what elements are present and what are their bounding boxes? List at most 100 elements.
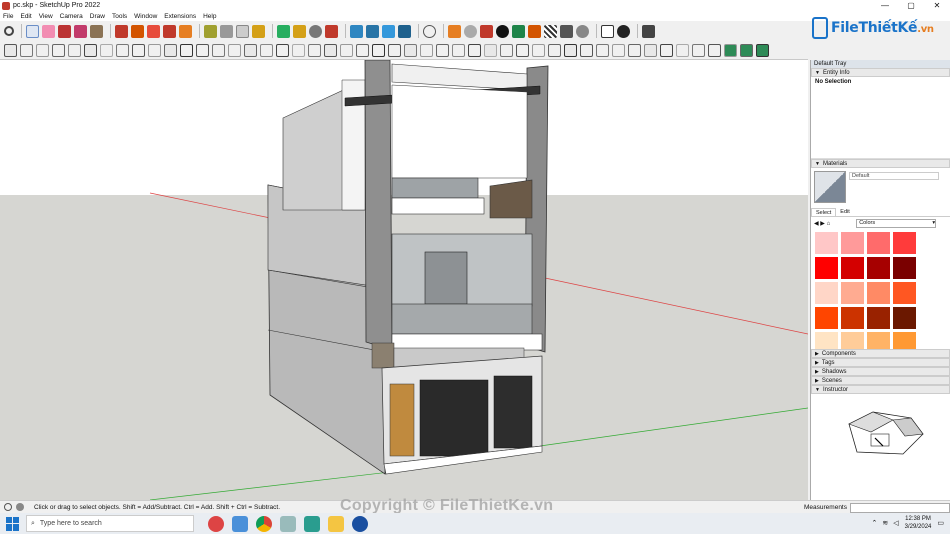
extension-tool-icon[interactable] (260, 43, 273, 57)
rotate-icon[interactable] (163, 24, 176, 38)
material-swatch[interactable] (815, 332, 838, 349)
extension-tool-icon[interactable] (500, 43, 513, 57)
extension-tool-icon[interactable] (84, 43, 97, 57)
measurements-input[interactable] (850, 502, 950, 513)
tape-measure-icon[interactable] (204, 24, 217, 38)
extension-tool-icon[interactable] (36, 43, 49, 57)
material-swatch[interactable] (841, 232, 864, 254)
taskbar-search[interactable]: ⌕ Type here to search (26, 515, 194, 532)
model-viewport[interactable] (0, 60, 808, 500)
extension-tool-icon[interactable] (404, 43, 417, 57)
extension-tool-icon[interactable] (148, 43, 161, 57)
menu-file[interactable]: File (3, 13, 13, 20)
material-name-field[interactable]: Default (849, 172, 939, 180)
material-swatch[interactable] (841, 307, 864, 329)
extension-tool-icon[interactable] (676, 43, 689, 57)
info-icon[interactable] (617, 24, 630, 38)
minimize-button[interactable]: — (872, 0, 898, 11)
extension-tool-icon[interactable] (372, 43, 385, 57)
text-icon[interactable] (236, 24, 249, 38)
menu-edit[interactable]: Edit (20, 13, 31, 20)
extension-tool-icon[interactable] (452, 43, 465, 57)
zoom-extents-icon[interactable] (325, 24, 338, 38)
material-swatch[interactable] (893, 307, 916, 329)
extension-tool-icon[interactable] (212, 43, 225, 57)
material-swatch[interactable] (867, 307, 890, 329)
notification-app-icon[interactable] (208, 515, 224, 532)
wifi-icon[interactable]: ≋ (882, 519, 888, 527)
extension-tool-icon[interactable] (564, 43, 577, 57)
extension-tool-icon[interactable] (756, 43, 769, 57)
material-swatch[interactable] (841, 332, 864, 349)
extension-tool-icon[interactable] (548, 43, 561, 57)
extension-tool-icon[interactable] (468, 43, 481, 57)
menu-tools[interactable]: Tools (112, 13, 127, 20)
extension-tool-icon[interactable] (612, 43, 625, 57)
start-button[interactable] (6, 516, 20, 531)
extension-tool-icon[interactable] (52, 43, 65, 57)
user-status-icon[interactable] (16, 503, 24, 511)
edge-app-icon[interactable] (304, 515, 320, 532)
select-arrow-icon[interactable] (26, 24, 39, 38)
clock[interactable]: 12:38 PM 3/29/2024 (905, 515, 932, 531)
extension-tool-icon[interactable] (580, 43, 593, 57)
extension-tool-icon[interactable] (116, 43, 129, 57)
extension-tool-icon[interactable] (228, 43, 241, 57)
extension-tool-icon[interactable] (180, 43, 193, 57)
material-swatch[interactable] (867, 332, 890, 349)
chevron-up-icon[interactable]: ⌃ (872, 519, 878, 527)
extension-icon[interactable] (366, 24, 379, 38)
material-swatch[interactable] (867, 257, 890, 279)
pan-icon[interactable] (293, 24, 306, 38)
back-arrow-icon[interactable]: ◀ ▶ ⌂ (814, 220, 830, 227)
extension-tool-icon[interactable] (20, 43, 33, 57)
extension-tool-icon[interactable] (692, 43, 705, 57)
add-icon[interactable] (496, 24, 509, 38)
close-button[interactable]: ✕ (924, 0, 950, 11)
material-swatch[interactable] (893, 257, 916, 279)
panel-header-tags[interactable]: ▶ Tags (811, 358, 950, 367)
sketchup-taskbar-icon[interactable] (352, 515, 368, 532)
material-swatch[interactable] (893, 332, 916, 349)
explorer-app-icon[interactable] (328, 515, 344, 532)
extension-tool-icon[interactable] (724, 43, 737, 57)
section-icon[interactable] (398, 24, 411, 38)
search-icon[interactable] (4, 26, 14, 36)
warehouse-icon[interactable] (350, 24, 363, 38)
material-swatch[interactable] (815, 232, 838, 254)
extension-tool-icon[interactable] (132, 43, 145, 57)
panel-header-scenes[interactable]: ▶ Scenes (811, 376, 950, 385)
push-pull-icon[interactable] (115, 24, 128, 38)
maximize-button[interactable]: ▢ (898, 0, 924, 11)
info-icon[interactable] (4, 503, 12, 511)
material-swatch[interactable] (867, 232, 890, 254)
material-swatch[interactable] (815, 257, 838, 279)
user-icon[interactable] (642, 24, 655, 38)
move-icon[interactable] (147, 24, 160, 38)
extension-tool-icon[interactable] (292, 43, 305, 57)
entity-info-header[interactable]: ▼ Entity Info (811, 68, 950, 77)
extension-tool-icon[interactable] (532, 43, 545, 57)
store-app-icon[interactable] (232, 515, 248, 532)
material-swatch[interactable] (893, 232, 916, 254)
extension-tool-icon[interactable] (308, 43, 321, 57)
extension-tool-icon[interactable] (356, 43, 369, 57)
material-swatch[interactable] (841, 257, 864, 279)
material-swatch[interactable] (867, 282, 890, 304)
extension-tool-icon[interactable] (628, 43, 641, 57)
extension-tool-icon[interactable] (244, 43, 257, 57)
orbit-icon[interactable] (277, 24, 290, 38)
extension-tool-icon[interactable] (516, 43, 529, 57)
collection-select[interactable]: Colors ▾ (856, 218, 937, 228)
extension-tool-icon[interactable] (68, 43, 81, 57)
material-swatch[interactable] (893, 282, 916, 304)
menu-help[interactable]: Help (203, 13, 216, 20)
checker-icon[interactable] (544, 24, 557, 38)
zoom-icon[interactable] (309, 24, 322, 38)
material-swatch[interactable] (841, 282, 864, 304)
scale-icon[interactable] (179, 24, 192, 38)
rectangle-icon[interactable] (90, 24, 103, 38)
extension-tool-icon[interactable] (708, 43, 721, 57)
speaker-icon[interactable]: ◁ (893, 519, 898, 527)
mail-icon[interactable] (601, 24, 614, 38)
